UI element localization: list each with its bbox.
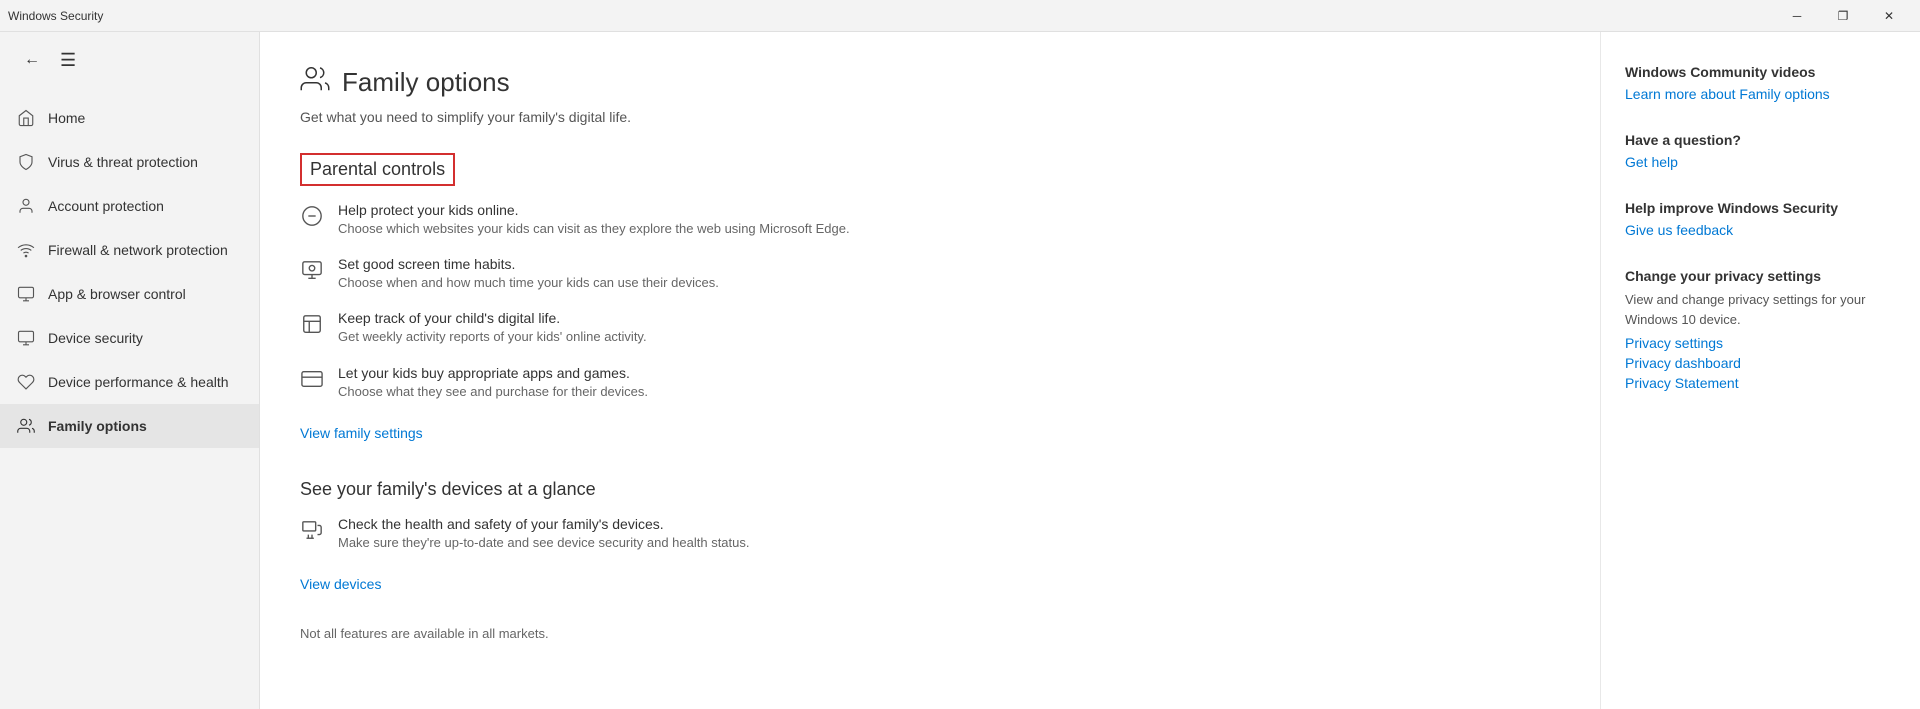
back-button[interactable]: ← xyxy=(16,44,48,76)
community-title: Windows Community videos xyxy=(1625,64,1896,80)
browser-icon xyxy=(16,284,36,304)
wifi-icon xyxy=(16,240,36,260)
window-controls: ─ ❐ ✕ xyxy=(1774,0,1912,32)
purchases-icon xyxy=(300,367,324,391)
privacy-title: Change your privacy settings xyxy=(1625,268,1896,284)
right-section-feedback: Help improve Windows Security Give us fe… xyxy=(1625,200,1896,240)
heart-icon xyxy=(16,372,36,392)
right-panel: Windows Community videos Learn more abou… xyxy=(1600,32,1920,709)
activity-title: Keep track of your child's digital life. xyxy=(338,310,647,326)
parental-controls-section: Parental controls Help protect your kids… xyxy=(300,153,1560,443)
app-body: ← ☰ Home Virus & threat pr xyxy=(0,32,1920,709)
shield-icon xyxy=(16,152,36,172)
screen-time-desc: Choose when and how much time your kids … xyxy=(338,274,719,292)
devices-list: Check the health and safety of your fami… xyxy=(300,516,1560,552)
protect-kids-text: Help protect your kids online. Choose wh… xyxy=(338,202,850,238)
sidebar-top: ← ☰ xyxy=(0,32,259,88)
device-health-text: Check the health and safety of your fami… xyxy=(338,516,750,552)
sidebar-label-device-security: Device security xyxy=(48,330,143,346)
app-title: Windows Security xyxy=(8,9,103,23)
person-icon xyxy=(16,196,36,216)
page-header: Family options xyxy=(300,64,1560,101)
view-devices-link[interactable]: View devices xyxy=(300,576,381,592)
sidebar-item-virus[interactable]: Virus & threat protection xyxy=(0,140,259,184)
screen-time-icon xyxy=(300,258,324,282)
disclaimer-text: Not all features are available in all ma… xyxy=(300,626,1560,641)
parental-controls-list: Help protect your kids online. Choose wh… xyxy=(300,202,1560,401)
page-header-icon xyxy=(300,64,330,101)
devices-section: See your family's devices at a glance Ch… xyxy=(300,479,1560,594)
sidebar-item-account[interactable]: Account protection xyxy=(0,184,259,228)
close-button[interactable]: ✕ xyxy=(1866,0,1912,32)
activity-desc: Get weekly activity reports of your kids… xyxy=(338,328,647,346)
sidebar-item-device-security[interactable]: Device security xyxy=(0,316,259,360)
maximize-button[interactable]: ❐ xyxy=(1820,0,1866,32)
sidebar-label-account: Account protection xyxy=(48,198,164,214)
sidebar-nav: Home Virus & threat protection Acco xyxy=(0,96,259,448)
device-health-title: Check the health and safety of your fami… xyxy=(338,516,750,532)
family-icon xyxy=(16,416,36,436)
sidebar-item-home[interactable]: Home xyxy=(0,96,259,140)
home-icon xyxy=(16,108,36,128)
sidebar-label-device-performance: Device performance & health xyxy=(48,374,229,390)
privacy-statement-link[interactable]: Privacy Statement xyxy=(1625,375,1896,391)
parental-controls-title: Parental controls xyxy=(300,153,455,186)
right-section-question: Have a question? Get help xyxy=(1625,132,1896,172)
view-family-settings-link[interactable]: View family settings xyxy=(300,425,423,441)
sidebar-label-app: App & browser control xyxy=(48,286,186,302)
feature-screen-time: Set good screen time habits. Choose when… xyxy=(300,256,1560,292)
hamburger-icon[interactable]: ☰ xyxy=(60,50,76,71)
sidebar-item-family[interactable]: Family options xyxy=(0,404,259,448)
screen-time-title: Set good screen time habits. xyxy=(338,256,719,272)
activity-icon xyxy=(300,312,324,336)
right-section-community: Windows Community videos Learn more abou… xyxy=(1625,64,1896,104)
privacy-dashboard-link[interactable]: Privacy dashboard xyxy=(1625,355,1896,371)
sidebar-label-family: Family options xyxy=(48,418,147,434)
purchases-text: Let your kids buy appropriate apps and g… xyxy=(338,365,648,401)
devices-section-title: See your family's devices at a glance xyxy=(300,479,1560,500)
feature-protect-kids: Help protect your kids online. Choose wh… xyxy=(300,202,1560,238)
page-title: Family options xyxy=(342,67,510,98)
learn-more-family-link[interactable]: Learn more about Family options xyxy=(1625,86,1830,102)
sidebar-label-virus: Virus & threat protection xyxy=(48,154,198,170)
sidebar-item-app[interactable]: App & browser control xyxy=(0,272,259,316)
minimize-button[interactable]: ─ xyxy=(1774,0,1820,32)
feature-purchases: Let your kids buy appropriate apps and g… xyxy=(300,365,1560,401)
feature-device-health: Check the health and safety of your fami… xyxy=(300,516,1560,552)
give-feedback-link[interactable]: Give us feedback xyxy=(1625,222,1733,238)
device-health-desc: Make sure they're up-to-date and see dev… xyxy=(338,534,750,552)
feedback-title: Help improve Windows Security xyxy=(1625,200,1896,216)
sidebar-label-firewall: Firewall & network protection xyxy=(48,242,228,258)
purchases-desc: Choose what they see and purchase for th… xyxy=(338,383,648,401)
privacy-desc: View and change privacy settings for you… xyxy=(1625,290,1896,329)
protect-kids-icon xyxy=(300,204,324,228)
privacy-settings-link[interactable]: Privacy settings xyxy=(1625,335,1896,351)
purchases-title: Let your kids buy appropriate apps and g… xyxy=(338,365,648,381)
feature-activity: Keep track of your child's digital life.… xyxy=(300,310,1560,346)
main-content: Family options Get what you need to simp… xyxy=(260,32,1600,709)
question-title: Have a question? xyxy=(1625,132,1896,148)
protect-kids-desc: Choose which websites your kids can visi… xyxy=(338,220,850,238)
devices-health-icon xyxy=(300,518,324,542)
sidebar-item-device-performance[interactable]: Device performance & health xyxy=(0,360,259,404)
device-icon xyxy=(16,328,36,348)
sidebar: ← ☰ Home Virus & threat pr xyxy=(0,32,260,709)
page-subtitle: Get what you need to simplify your famil… xyxy=(300,109,1560,125)
sidebar-item-firewall[interactable]: Firewall & network protection xyxy=(0,228,259,272)
activity-text: Keep track of your child's digital life.… xyxy=(338,310,647,346)
screen-time-text: Set good screen time habits. Choose when… xyxy=(338,256,719,292)
get-help-link[interactable]: Get help xyxy=(1625,154,1678,170)
titlebar: Windows Security ─ ❐ ✕ xyxy=(0,0,1920,32)
protect-kids-title: Help protect your kids online. xyxy=(338,202,850,218)
sidebar-label-home: Home xyxy=(48,110,85,126)
right-section-privacy: Change your privacy settings View and ch… xyxy=(1625,268,1896,391)
